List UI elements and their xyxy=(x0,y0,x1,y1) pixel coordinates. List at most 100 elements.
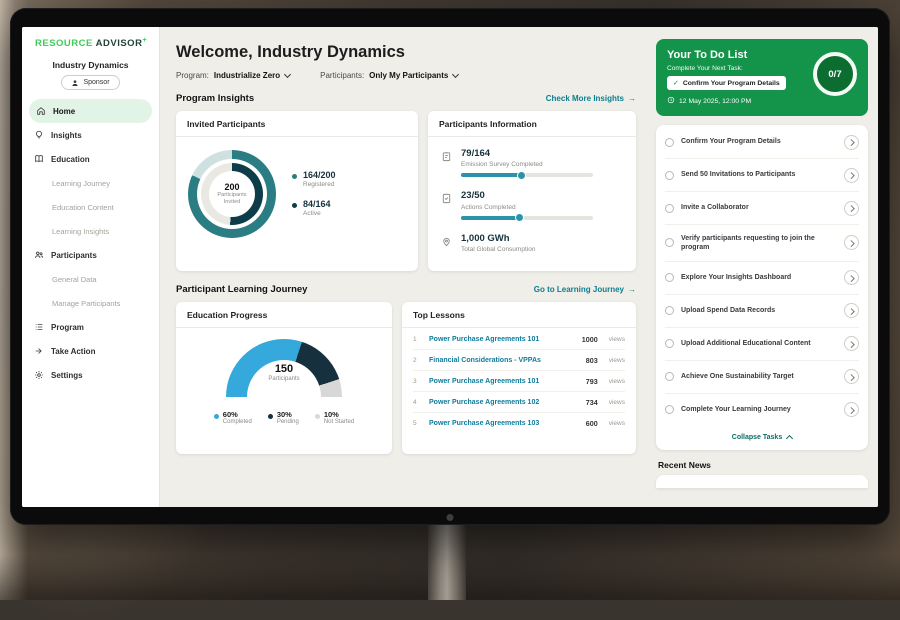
legend-item-not-started: 10% Not Started xyxy=(315,410,354,425)
sidebar-item-manage-participants[interactable]: Manage Participants xyxy=(22,291,159,315)
participants-filter-dropdown[interactable]: Participants: Only My Participants xyxy=(320,71,458,80)
legend-value: 164/200 xyxy=(303,171,336,181)
sidebar-item-program[interactable]: Program xyxy=(22,315,159,339)
legend-dot xyxy=(315,414,320,419)
task-checkbox[interactable] xyxy=(665,339,674,348)
sidebar-item-home[interactable]: Home xyxy=(29,99,152,123)
task-checkbox[interactable] xyxy=(665,171,674,180)
stat-label: Emission Survey Completed xyxy=(461,161,593,168)
chevron-down-icon xyxy=(452,70,459,77)
chevron-right-icon xyxy=(848,172,854,178)
sidebar-item-take-action[interactable]: Take Action xyxy=(22,339,159,363)
sidebar-item-settings[interactable]: Settings xyxy=(22,363,159,387)
lesson-row: 1 Power Purchase Agreements 101 1000 vie… xyxy=(413,329,625,350)
lesson-views-unit: views xyxy=(609,357,625,364)
lesson-title-link[interactable]: Power Purchase Agreements 102 xyxy=(429,399,577,406)
lesson-rank: 1 xyxy=(413,336,420,343)
task-row[interactable]: Achieve One Sustainability Target xyxy=(665,361,859,394)
go-to-learning-journey-link[interactable]: Go to Learning Journey → xyxy=(534,285,636,294)
progress-bar-fill xyxy=(461,173,524,177)
legend-label: Registered xyxy=(303,181,336,188)
sidebar-item-general-data[interactable]: General Data xyxy=(22,267,159,291)
lesson-title-link[interactable]: Power Purchase Agreements 101 xyxy=(429,336,573,343)
task-checkbox[interactable] xyxy=(665,204,674,213)
monitor-stand xyxy=(428,522,466,600)
chevron-right-icon xyxy=(848,275,854,281)
collapse-tasks-link[interactable]: Collapse Tasks xyxy=(665,426,859,447)
legend-label: Active xyxy=(303,210,331,217)
check-more-insights-link[interactable]: Check More Insights → xyxy=(546,94,636,103)
task-checkbox[interactable] xyxy=(665,306,674,315)
lesson-views: 1000 xyxy=(582,335,598,344)
task-label: Send 50 Invitations to Participants xyxy=(681,170,837,179)
task-row[interactable]: Verify participants requesting to join t… xyxy=(665,225,859,262)
task-chevron-button[interactable] xyxy=(844,168,859,183)
next-task-pill[interactable]: ✓ Confirm Your Program Details xyxy=(667,76,786,90)
task-chevron-button[interactable] xyxy=(844,235,859,250)
task-chevron-button[interactable] xyxy=(844,402,859,417)
task-checkbox[interactable] xyxy=(665,405,674,414)
task-row[interactable]: Upload Spend Data Records xyxy=(665,295,859,328)
task-chevron-button[interactable] xyxy=(844,201,859,216)
chevron-right-icon xyxy=(848,205,854,211)
task-row[interactable]: Explore Your Insights Dashboard xyxy=(665,262,859,295)
stat-global-consumption: 1,000 GWh Total Global Consumption xyxy=(441,227,623,265)
task-row[interactable]: Send 50 Invitations to Participants xyxy=(665,159,859,192)
participants-filter-value: Only My Participants xyxy=(369,71,448,80)
task-checkbox[interactable] xyxy=(665,138,674,147)
lesson-title-link[interactable]: Power Purchase Agreements 101 xyxy=(429,378,577,385)
lessons-list: 1 Power Purchase Agreements 101 1000 vie… xyxy=(402,328,636,434)
checklist-icon xyxy=(441,193,452,204)
task-checkbox[interactable] xyxy=(665,238,674,247)
sidebar-item-label: Education Content xyxy=(52,203,114,212)
task-row[interactable]: Complete Your Learning Journey xyxy=(665,394,859,426)
stat-label: Actions Completed xyxy=(461,204,593,211)
sidebar-item-participants[interactable]: Participants xyxy=(22,243,159,267)
arrow-right-icon: → xyxy=(628,285,636,294)
lesson-title-link[interactable]: Financial Considerations - VPPAs xyxy=(429,357,577,364)
task-chevron-button[interactable] xyxy=(844,336,859,351)
program-filter-dropdown[interactable]: Program: Industrialize Zero xyxy=(176,71,290,80)
task-row[interactable]: Confirm Your Program Details xyxy=(665,126,859,159)
task-chevron-button[interactable] xyxy=(844,303,859,318)
card-title: Participants Information xyxy=(428,111,636,137)
gear-icon xyxy=(34,370,44,380)
stat-emission-survey: 79/164 Emission Survey Completed xyxy=(441,142,623,184)
sidebar-item-education[interactable]: Education xyxy=(22,147,159,171)
lesson-rank: 2 xyxy=(413,357,420,364)
task-chevron-button[interactable] xyxy=(844,270,859,285)
next-task-due: 12 May 2025, 12:00 PM xyxy=(667,96,857,106)
legend-dot xyxy=(292,203,297,208)
progress-bar-fill xyxy=(461,216,522,220)
legend-value: 10% xyxy=(324,410,339,419)
sponsor-badge: Sponsor xyxy=(61,75,119,90)
lesson-rank: 4 xyxy=(413,399,420,406)
sidebar-item-label: Home xyxy=(53,107,75,116)
program-insights-header: Program Insights Check More Insights → xyxy=(176,93,636,104)
legend-label: Completed xyxy=(223,419,252,425)
invited-legend: 164/200 Registered 84/164 Active xyxy=(292,171,336,217)
task-checkbox[interactable] xyxy=(665,273,674,282)
chevron-right-icon xyxy=(848,407,854,413)
task-checkbox[interactable] xyxy=(665,372,674,381)
section-title-program-insights: Program Insights xyxy=(176,93,254,104)
lesson-title-link[interactable]: Power Purchase Agreements 103 xyxy=(429,420,577,427)
chevron-right-icon xyxy=(848,374,854,380)
invited-card-body: 200 Participants Invited xyxy=(176,137,418,251)
task-row[interactable]: Upload Additional Educational Content xyxy=(665,328,859,361)
sidebar-item-label: Manage Participants xyxy=(52,299,120,308)
program-filter-value: Industrialize Zero xyxy=(214,71,280,80)
task-row[interactable]: Invite a Collaborator xyxy=(665,192,859,225)
education-gauge-legend: 60% Completed 30% Pending 10% Not Starte… xyxy=(214,410,354,425)
link-label: Go to Learning Journey xyxy=(534,285,624,294)
stat-actions-completed: 23/50 Actions Completed xyxy=(441,184,623,226)
task-chevron-button[interactable] xyxy=(844,135,859,150)
sidebar-item-insights[interactable]: Insights xyxy=(22,123,159,147)
sidebar-item-education-content[interactable]: Education Content xyxy=(22,195,159,219)
sidebar-item-label: Participants xyxy=(51,251,97,260)
sidebar-item-learning-insights[interactable]: Learning Insights xyxy=(22,219,159,243)
task-chevron-button[interactable] xyxy=(844,369,859,384)
legend-label: Pending xyxy=(277,419,299,425)
sidebar-item-learning-journey[interactable]: Learning Journey xyxy=(22,171,159,195)
take-action-icon xyxy=(34,346,44,356)
